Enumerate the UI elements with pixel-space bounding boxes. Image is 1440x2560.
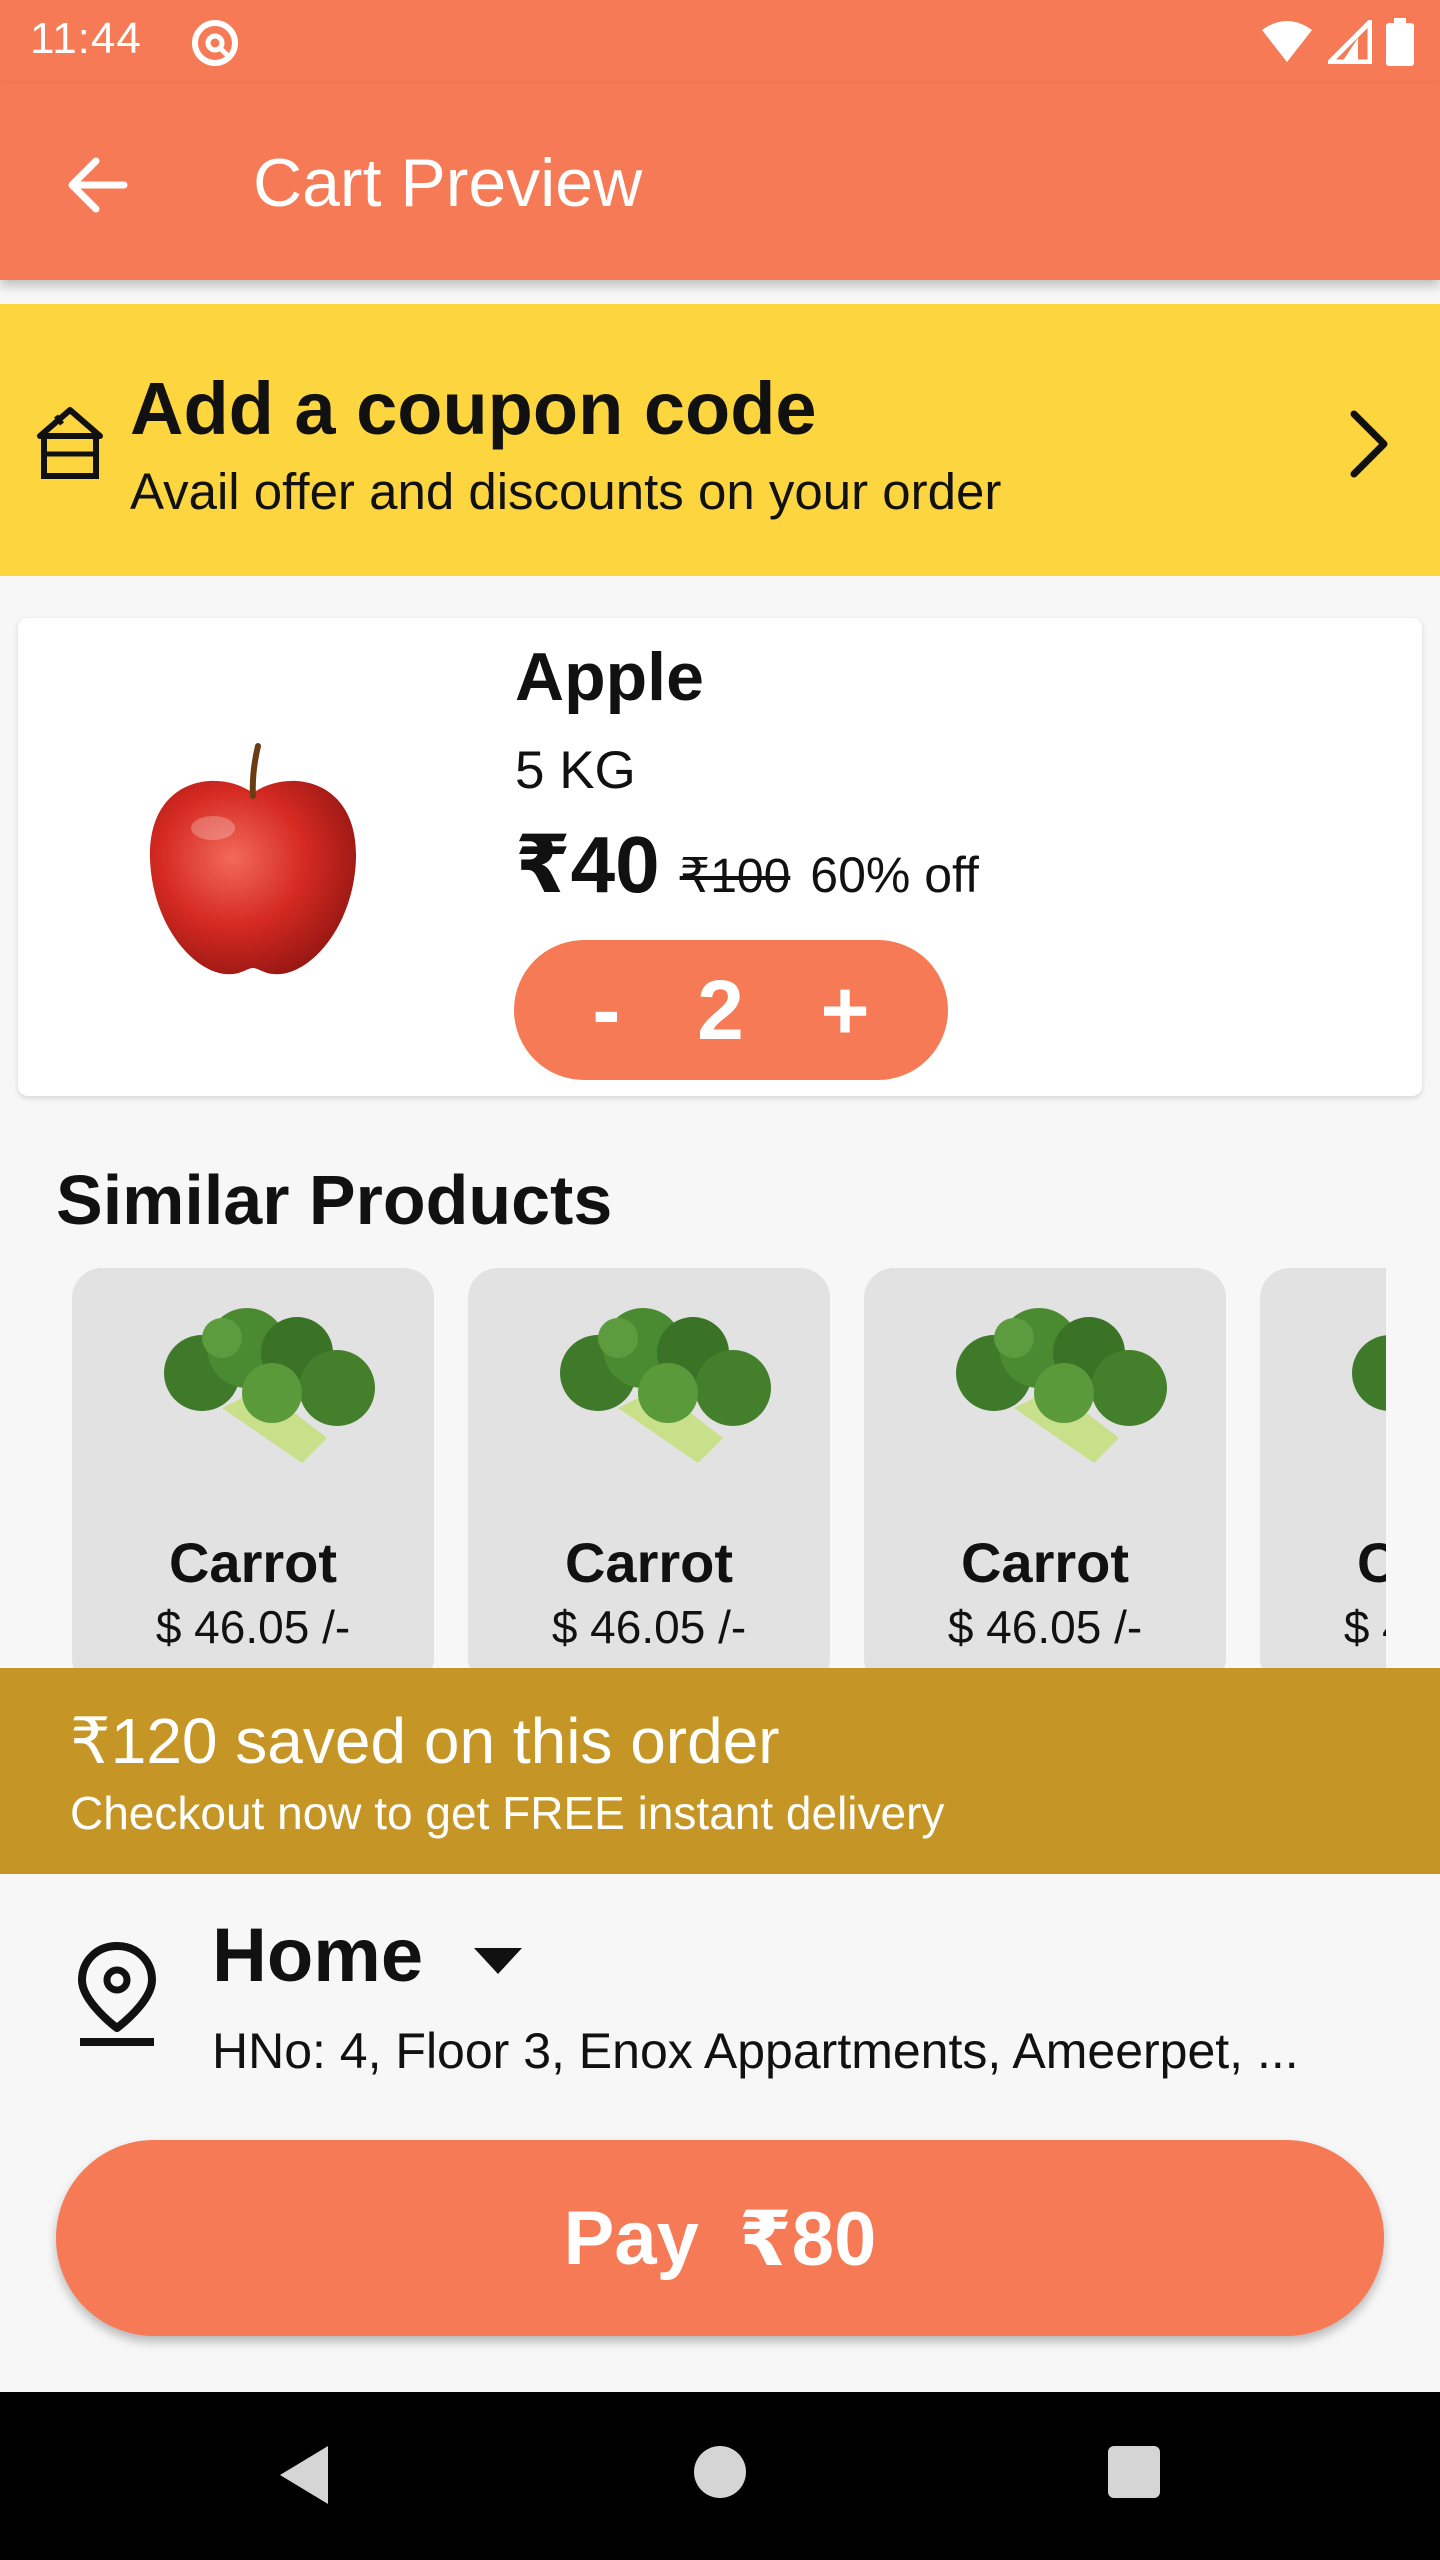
status-time: 11:44 — [30, 14, 142, 63]
coupon-title: Add a coupon code — [130, 367, 817, 450]
similar-product-name: Carrot — [960, 1531, 1130, 1594]
nav-recents-icon[interactable] — [1108, 2446, 1160, 2498]
broccoli-image — [164, 1308, 375, 1463]
page-title: Cart Preview — [253, 145, 643, 221]
similar-product-card[interactable]: Carrot $ 46.05 /- — [864, 1268, 1226, 1668]
savings-banner: ₹120 saved on this order Checkout now to… — [0, 1668, 1440, 1874]
nav-home-icon[interactable] — [694, 2446, 746, 2498]
app-bar: Cart Preview — [0, 84, 1440, 280]
pay-amount: ₹80 — [738, 2196, 877, 2282]
price-row: ₹40 ₹100 60% off — [515, 818, 979, 911]
quantity-value: 2 — [697, 962, 744, 1057]
similar-product-price: $ 46.05 /- — [947, 1601, 1143, 1653]
similar-products-list[interactable]: Carrot $ 46.05 /- Carrot $ 46.05 /- Carr… — [72, 1268, 1386, 1668]
system-nav-bar — [0, 2392, 1440, 2560]
address-label: Home — [212, 1913, 424, 1998]
signal-icon — [1328, 20, 1372, 64]
pay-label: Pay — [563, 2195, 699, 2281]
broccoli-image — [956, 1308, 1167, 1463]
decrement-button[interactable]: - — [592, 962, 620, 1059]
broccoli-image — [560, 1308, 771, 1463]
broccoli-image — [1352, 1335, 1386, 1411]
similar-product-card[interactable]: Carrot $ 46.05 /- — [72, 1268, 434, 1668]
chevron-right-icon — [1350, 410, 1388, 478]
similar-product-price: $ 46.05 /- — [155, 1601, 351, 1653]
similar-product-price: $ 46.05 /- — [1343, 1601, 1386, 1653]
product-unit: 5 KG — [515, 741, 636, 800]
delivery-address[interactable]: Home HNo: 4, Floor 3, Enox Appartments, … — [0, 1874, 1440, 2114]
quantity-stepper: - 2 + — [514, 940, 948, 1080]
original-price: ₹100 — [679, 850, 791, 903]
status-icons — [1260, 16, 1414, 68]
product-name: Apple — [515, 639, 704, 715]
back-button[interactable] — [52, 140, 142, 230]
status-bar: 11:44 — [0, 0, 1440, 84]
coupon-icon — [37, 407, 103, 479]
savings-subtitle: Checkout now to get FREE instant deliver… — [70, 1787, 945, 1839]
savings-title: ₹120 saved on this order — [70, 1705, 780, 1777]
increment-button[interactable]: + — [821, 962, 870, 1059]
similar-product-name: Carrot — [168, 1531, 338, 1594]
battery-icon — [1386, 18, 1414, 66]
arrow-left-icon — [68, 157, 128, 213]
app-notification-icon — [192, 20, 238, 66]
cart-item-card: Apple 5 KG ₹40 ₹100 60% off - 2 + — [18, 618, 1422, 1096]
address-line: HNo: 4, Floor 3, Enox Appartments, Ameer… — [212, 2023, 1299, 2079]
pay-button[interactable]: Pay ₹80 — [56, 2140, 1384, 2336]
current-price: ₹40 — [515, 820, 660, 909]
similar-product-name: Carrot — [564, 1531, 734, 1594]
similar-product-price: $ 46.05 /- — [551, 1601, 747, 1653]
similar-product-card[interactable]: Carrot $ 46.05 /- — [468, 1268, 830, 1668]
apple-image — [149, 743, 357, 975]
coupon-banner[interactable]: Add a coupon code Avail offer and discou… — [0, 304, 1440, 576]
location-pin-icon — [78, 1942, 156, 2046]
discount-label: 60% off — [810, 847, 979, 903]
coupon-subtitle: Avail offer and discounts on your order — [130, 463, 1002, 520]
similar-products-title: Similar Products — [56, 1161, 613, 1239]
wifi-icon — [1262, 21, 1312, 62]
caret-down-icon[interactable] — [470, 1940, 526, 1980]
nav-back-icon[interactable] — [274, 2442, 334, 2508]
similar-product-name: Carrot — [1356, 1531, 1386, 1594]
similar-product-card[interactable]: Carrot $ 46.05 /- — [1260, 1268, 1386, 1668]
